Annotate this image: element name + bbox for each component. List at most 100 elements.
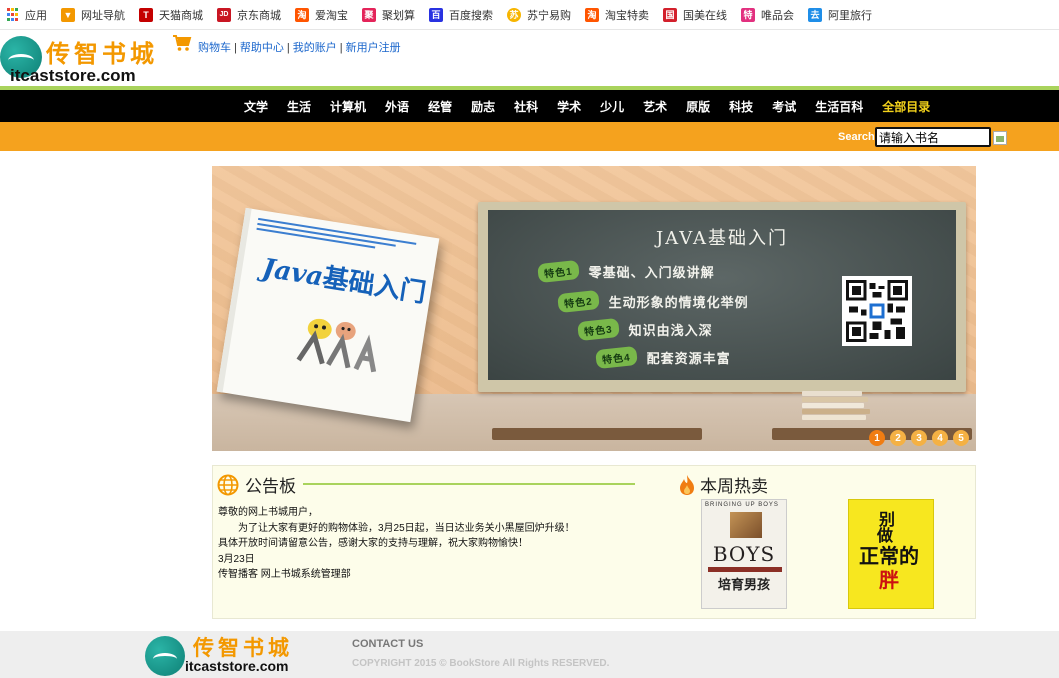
book-title-cn: 基础入门	[320, 262, 428, 309]
slide-dot-5[interactable]: 5	[953, 430, 969, 446]
nav-item-original[interactable]: 原版	[686, 98, 710, 115]
nav-item-inspirational[interactable]: 励志	[471, 98, 495, 115]
cart-link[interactable]: 购物车	[198, 42, 231, 54]
site-header: 传智书城 itcaststore.com 购物车 | 帮助中心 | 我的账户 | 新用户注册	[0, 30, 1059, 88]
book-photo	[730, 512, 762, 538]
vip-icon: 特	[741, 7, 755, 22]
hot-title: 本周热卖	[700, 477, 768, 496]
bookmark-label: 聚划算	[382, 9, 415, 22]
fire-icon	[680, 474, 694, 495]
slide-dot-4[interactable]: 4	[932, 430, 948, 446]
promo-banner[interactable]: JAVA基础入门 特色1 零基础、入门级讲解 特色2 生动形象的情境化举例 特色…	[212, 166, 976, 451]
nav-item-life[interactable]: 生活	[287, 98, 311, 115]
feature-text: 配套资源丰富	[646, 351, 731, 366]
my-account-link[interactable]: 我的账户	[293, 42, 337, 54]
notice-divider	[303, 483, 635, 485]
feature-4: 特色4 配套资源丰富	[595, 345, 731, 370]
top-links: 购物车 | 帮助中心 | 我的账户 | 新用户注册	[198, 39, 401, 55]
nav-item-social-science[interactable]: 社科	[514, 98, 538, 115]
java-mascot-icon	[296, 318, 377, 373]
desk-decoration	[492, 428, 702, 440]
link-separator: |	[339, 42, 343, 54]
bookmark-baidu[interactable]: 百 百度搜索	[429, 7, 493, 23]
notice-line: 为了让大家有更好的购物体验，3月25日起，当日达业务关小黑屋回炉升级！	[238, 522, 575, 534]
bookmark-label: 天猫商城	[159, 9, 203, 22]
slide-dot-3[interactable]: 3	[911, 430, 927, 446]
feature-1: 特色1 零基础、入门级讲解	[537, 259, 715, 284]
hot-book-bie-zuo-zhengchang[interactable]: 别 做 正常的 胖	[848, 499, 934, 609]
search-button-icon[interactable]	[993, 131, 1007, 145]
contact-us-link[interactable]: CONTACT US	[352, 638, 423, 650]
bookmarks-bar: 应用 ▼ 网址导航 T 天猫商城 JD 京东商城 淘 爱淘宝 聚 聚划算 百 百…	[0, 0, 1059, 30]
category-nav: 文学 生活 计算机 外语 经管 励志 社科 学术 少儿 艺术 原版 科技 考试 …	[0, 90, 1059, 122]
nav-item-management[interactable]: 经管	[428, 98, 452, 115]
register-link[interactable]: 新用户注册	[346, 42, 401, 54]
globe-icon	[217, 474, 239, 495]
apps-grid-icon	[6, 8, 19, 21]
hot-book-boys[interactable]: BRINGING UP BOYS BOYS 培育男孩	[701, 499, 787, 609]
bookmark-label: 爱淘宝	[315, 9, 348, 22]
nav-item-technology[interactable]: 科技	[729, 98, 753, 115]
feature-2: 特色2 生动形象的情境化举例	[557, 289, 749, 314]
chalkboard: JAVA基础入门 特色1 零基础、入门级讲解 特色2 生动形象的情境化举例 特色…	[488, 210, 956, 380]
nav-item-literature[interactable]: 文学	[244, 98, 268, 115]
notice-title: 公告板	[245, 477, 296, 496]
qr-code-icon	[842, 276, 912, 346]
logo-globe-icon	[145, 636, 185, 676]
nav-item-exam[interactable]: 考试	[772, 98, 796, 115]
nav-item-art[interactable]: 艺术	[643, 98, 667, 115]
bookmark-label: 京东商城	[237, 9, 281, 22]
feature-text: 知识由浅入深	[628, 323, 713, 338]
book-title-cn: 培育男孩	[717, 577, 770, 592]
book-bar	[708, 567, 782, 572]
nav-item-encyclopedia[interactable]: 生活百科	[815, 98, 863, 115]
site-footer: 传智书城 itcaststore.com CONTACT US COPYRIGH…	[0, 631, 1059, 678]
logo-chinese-text: 传智书城	[46, 39, 158, 68]
notice-header: 公告板	[217, 472, 296, 497]
footer-logo-english: itcaststore.com	[185, 658, 289, 674]
notice-line: 具体开放时间请留意公告，感谢大家的支持与理解，祝大家购物愉快！	[218, 538, 528, 550]
bookmark-suning[interactable]: 苏 苏宁易购	[507, 7, 571, 23]
link-separator: |	[286, 42, 290, 54]
search-input[interactable]	[875, 127, 991, 147]
notice-line: 3月23日	[218, 553, 255, 565]
bookmark-gome[interactable]: 国 国美在线	[663, 7, 727, 23]
search-bar: Search	[0, 122, 1059, 151]
slide-dot-2[interactable]: 2	[890, 430, 906, 446]
nav-item-foreign-language[interactable]: 外语	[385, 98, 409, 115]
info-panel: 公告板 尊敬的网上书城用户， 为了让大家有更好的购物体验，3月25日起，当日达业…	[212, 465, 976, 619]
feature-3: 特色3 知识由浅入深	[577, 317, 713, 342]
feature-tag: 特色4	[595, 345, 638, 370]
bookmark-juhuasuan[interactable]: 聚 聚划算	[362, 7, 415, 23]
bookmark-label: 国美在线	[683, 9, 727, 22]
bookmark-aitaobao[interactable]: 淘 爱淘宝	[295, 7, 348, 23]
books-stack-decoration	[802, 391, 872, 421]
site-logo[interactable]: 传智书城 itcaststore.com	[0, 34, 170, 86]
notice-line: 尊敬的网上书城用户，	[218, 507, 318, 518]
baidu-icon: 百	[429, 7, 443, 22]
footer-logo[interactable]: 传智书城 itcaststore.com	[145, 632, 315, 676]
book-title-en: Java	[260, 253, 326, 293]
nav-item-children[interactable]: 少儿	[600, 98, 624, 115]
bookmark-tmall[interactable]: T 天猫商城	[139, 7, 203, 23]
bookmark-vip[interactable]: 特 唯品会	[741, 7, 794, 23]
nav-item-academic[interactable]: 学术	[557, 98, 581, 115]
slide-dot-1[interactable]: 1	[869, 430, 885, 446]
bookmark-jd[interactable]: JD 京东商城	[217, 7, 281, 23]
nav-item-all-categories[interactable]: 全部目录	[882, 98, 930, 115]
link-separator: |	[234, 42, 237, 54]
tmall-icon: T	[139, 7, 153, 22]
cart-icon[interactable]	[172, 34, 192, 52]
nav-item-computer[interactable]: 计算机	[330, 98, 366, 115]
slide-indicators: 1 2 3 4 5	[869, 430, 969, 446]
book-title-char: 胖	[879, 568, 899, 592]
bookmark-wangzhi[interactable]: ▼ 网址导航	[61, 7, 125, 23]
bookmark-taobao-sale[interactable]: 淘 淘宝特卖	[585, 7, 649, 23]
feature-tag: 特色1	[537, 259, 580, 284]
juhuasuan-icon: 聚	[362, 7, 376, 22]
book-top-text: BRINGING UP BOYS	[705, 502, 779, 508]
help-center-link[interactable]: 帮助中心	[240, 42, 284, 54]
logo-english-text: itcaststore.com	[10, 66, 136, 85]
bookmark-alitrip[interactable]: 去 阿里旅行	[808, 7, 872, 23]
bookmark-apps[interactable]: 应用	[6, 7, 47, 23]
